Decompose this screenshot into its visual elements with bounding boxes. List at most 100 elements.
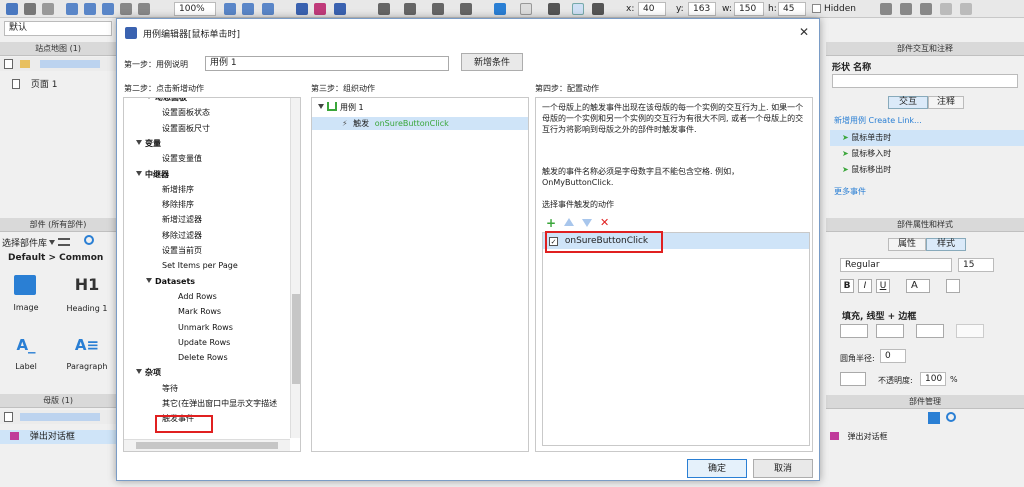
action-item[interactable]: Add Rows [178,291,217,303]
toolbar-icon[interactable] [262,3,274,15]
page-item[interactable]: 页面 1 [12,77,57,90]
w-field[interactable]: 150 [734,2,764,16]
tab-style[interactable]: 样式 [926,238,966,251]
action-item[interactable]: 移除过滤器 [162,230,202,242]
shape-name-input[interactable] [832,74,1018,88]
menu-icon[interactable] [58,238,70,246]
toolbar-icon[interactable] [66,3,78,15]
vertical-scrollbar[interactable] [290,98,300,438]
filter-icon[interactable] [928,412,940,424]
toolbar-icon[interactable] [296,3,308,15]
toolbar-icon[interactable] [494,3,506,15]
widget-lib-select[interactable]: 选择部件库 [2,236,58,249]
action-item[interactable]: 设置变量值 [162,153,202,165]
event-item[interactable]: ➤ 鼠标移出时 [830,162,1024,178]
delete-icon[interactable]: ✕ [600,216,609,229]
toolbar-icon[interactable] [84,3,96,15]
add-icon[interactable]: + [546,216,556,230]
more-events-link[interactable]: 更多事件 [834,186,866,197]
zoom-select[interactable]: 100% [174,2,216,16]
horizontal-scrollbar[interactable] [124,439,290,451]
action-item[interactable]: 设置面板尺寸 [162,123,210,135]
toolbar-icon[interactable] [960,3,972,15]
action-item[interactable]: Mark Rows [178,306,221,318]
widget-heading1[interactable]: H1 Heading 1 [64,275,110,323]
list-button[interactable] [946,279,960,293]
move-down-icon[interactable] [582,219,592,227]
add-page-icon[interactable] [4,59,13,69]
action-item[interactable]: Unmark Rows [178,322,233,334]
font-color-button[interactable]: A [906,279,930,293]
toolbar-icon[interactable] [6,3,18,15]
toolbar-icon[interactable] [548,3,560,15]
case-node[interactable]: 用例 1 [318,102,364,114]
bold-button[interactable]: B [840,279,854,293]
toolbar-icon[interactable] [940,3,952,15]
cancel-button[interactable]: 取消 [753,459,813,478]
fill-color-button[interactable] [840,372,866,386]
outline-search-icon[interactable] [946,412,956,422]
corner-input[interactable]: 0 [880,349,906,363]
action-item[interactable]: 新增排序 [162,184,194,196]
toolbar-icon[interactable] [432,3,444,15]
toolbar-icon[interactable] [404,3,416,15]
event-item[interactable]: ➤ 鼠标移入时 [830,146,1024,162]
action-item[interactable]: 等待 [162,383,178,395]
widget-paragraph[interactable]: A≡ Paragraph [64,336,110,380]
action-item[interactable]: 移除排序 [162,199,194,211]
action-group[interactable]: 变量 [136,138,161,150]
action-group[interactable]: 杂项 [136,367,161,379]
border-button[interactable] [956,324,984,338]
opacity-input[interactable]: 100 [920,372,946,386]
italic-button[interactable]: I [858,279,872,293]
master-item[interactable]: 弹出对话框 [0,430,116,444]
tab-notes[interactable]: 注释 [928,96,964,109]
tab-props[interactable]: 属性 [888,238,926,251]
toolbar-icon[interactable] [102,3,114,15]
toolbar-icon[interactable] [120,3,132,15]
toolbar-icon[interactable] [880,3,892,15]
case-name-input[interactable]: 用例 1 [205,56,449,71]
move-up-icon[interactable] [564,218,574,226]
widget-label-item[interactable]: A_ Label [8,336,44,380]
action-node[interactable]: ⚡ 触发 onSureButtonClick [312,117,528,130]
font-size-select[interactable]: 15 [958,258,994,272]
event-item[interactable]: ➤ 鼠标单击时 [830,130,1024,146]
toolbar-icon[interactable] [334,3,346,15]
widget-image[interactable]: Image [8,275,44,323]
toolbar-icon[interactable] [378,3,390,15]
toolbar-icon[interactable] [314,3,326,15]
h-field[interactable]: 45 [778,2,806,16]
fill-button[interactable] [840,324,868,338]
toolbar-icon[interactable] [24,3,36,15]
toolbar-icon[interactable] [138,3,150,15]
toolbar-icon[interactable] [900,3,912,15]
action-group[interactable]: 中继器 [136,169,169,181]
add-folder-icon[interactable] [20,60,30,68]
add-master-icon[interactable] [4,412,13,422]
add-condition-button[interactable]: 新增条件 [461,53,523,71]
action-item[interactable]: Delete Rows [178,352,228,364]
arrow-icons[interactable] [20,413,100,421]
tab-interaction[interactable]: 交互 [888,96,928,109]
toolbar-icon[interactable] [224,3,236,15]
hidden-checkbox[interactable] [812,4,821,13]
action-item[interactable]: 其它(在弹出窗口中显示文字描述 [162,398,277,410]
action-item[interactable]: Set Items per Page [162,260,238,272]
font-select[interactable]: Regular [840,258,952,272]
search-icon[interactable] [84,235,94,245]
toolbar-icon[interactable] [460,3,472,15]
y-field[interactable]: 163 [688,2,716,16]
scroll-thumb[interactable] [292,294,300,384]
toolbar-icon[interactable] [572,3,584,15]
scroll-thumb[interactable] [136,442,278,449]
underline-button[interactable]: U [876,279,890,293]
action-group[interactable]: Datasets [146,276,195,288]
action-group[interactable]: 动态面板 [146,98,187,104]
dash-button[interactable] [916,324,944,338]
arrow-icons[interactable] [40,60,100,68]
action-item[interactable]: Update Rows [178,337,230,349]
toolbar-icon[interactable] [592,3,604,15]
action-item[interactable]: 设置面板状态 [162,107,210,119]
new-case-link[interactable]: 新增用例 Create Link... [834,115,922,126]
